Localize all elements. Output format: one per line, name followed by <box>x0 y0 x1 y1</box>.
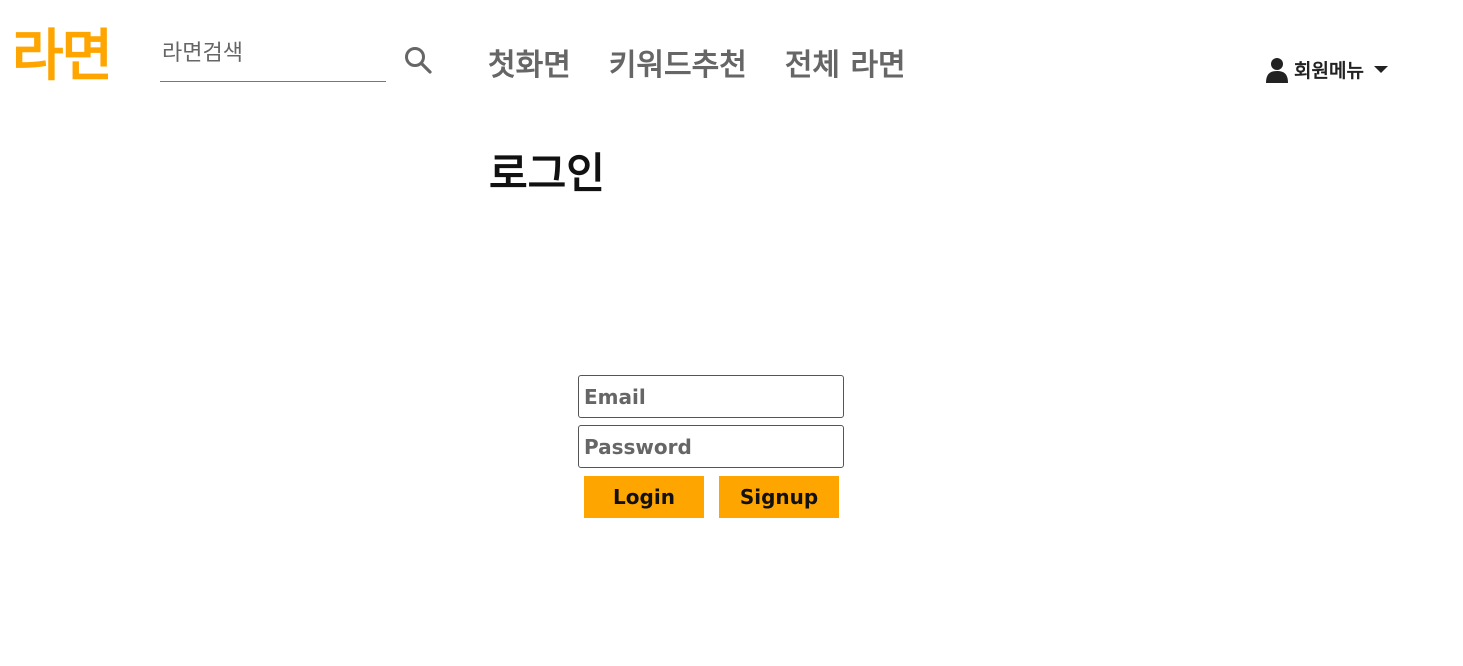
search-bar <box>160 30 386 82</box>
search-button[interactable] <box>402 44 434 76</box>
nav-item-home[interactable]: 첫화면 <box>488 46 571 86</box>
caret-down-icon <box>1373 66 1388 73</box>
login-button[interactable]: Login <box>584 476 704 518</box>
site-logo[interactable]: 라면 <box>12 24 113 90</box>
search-input[interactable] <box>160 30 384 76</box>
nav-item-all-ramen[interactable]: 전체 라면 <box>785 46 906 86</box>
search-icon <box>405 47 432 74</box>
page: 라면 첫화면 키워드추천 전체 라면 회원메뉴 로그인 Login Signup <box>0 0 1463 666</box>
signup-button[interactable]: Signup <box>719 476 839 518</box>
main-nav: 첫화면 키워드추천 전체 라면 <box>488 46 906 86</box>
password-field[interactable] <box>578 425 844 468</box>
member-menu-dropdown[interactable]: 회원메뉴 <box>1266 56 1388 83</box>
page-title: 로그인 <box>489 149 605 198</box>
user-icon <box>1266 57 1288 83</box>
nav-item-keyword-recommend[interactable]: 키워드추천 <box>609 46 747 86</box>
email-field[interactable] <box>578 375 844 418</box>
member-menu-label: 회원메뉴 <box>1294 60 1364 82</box>
